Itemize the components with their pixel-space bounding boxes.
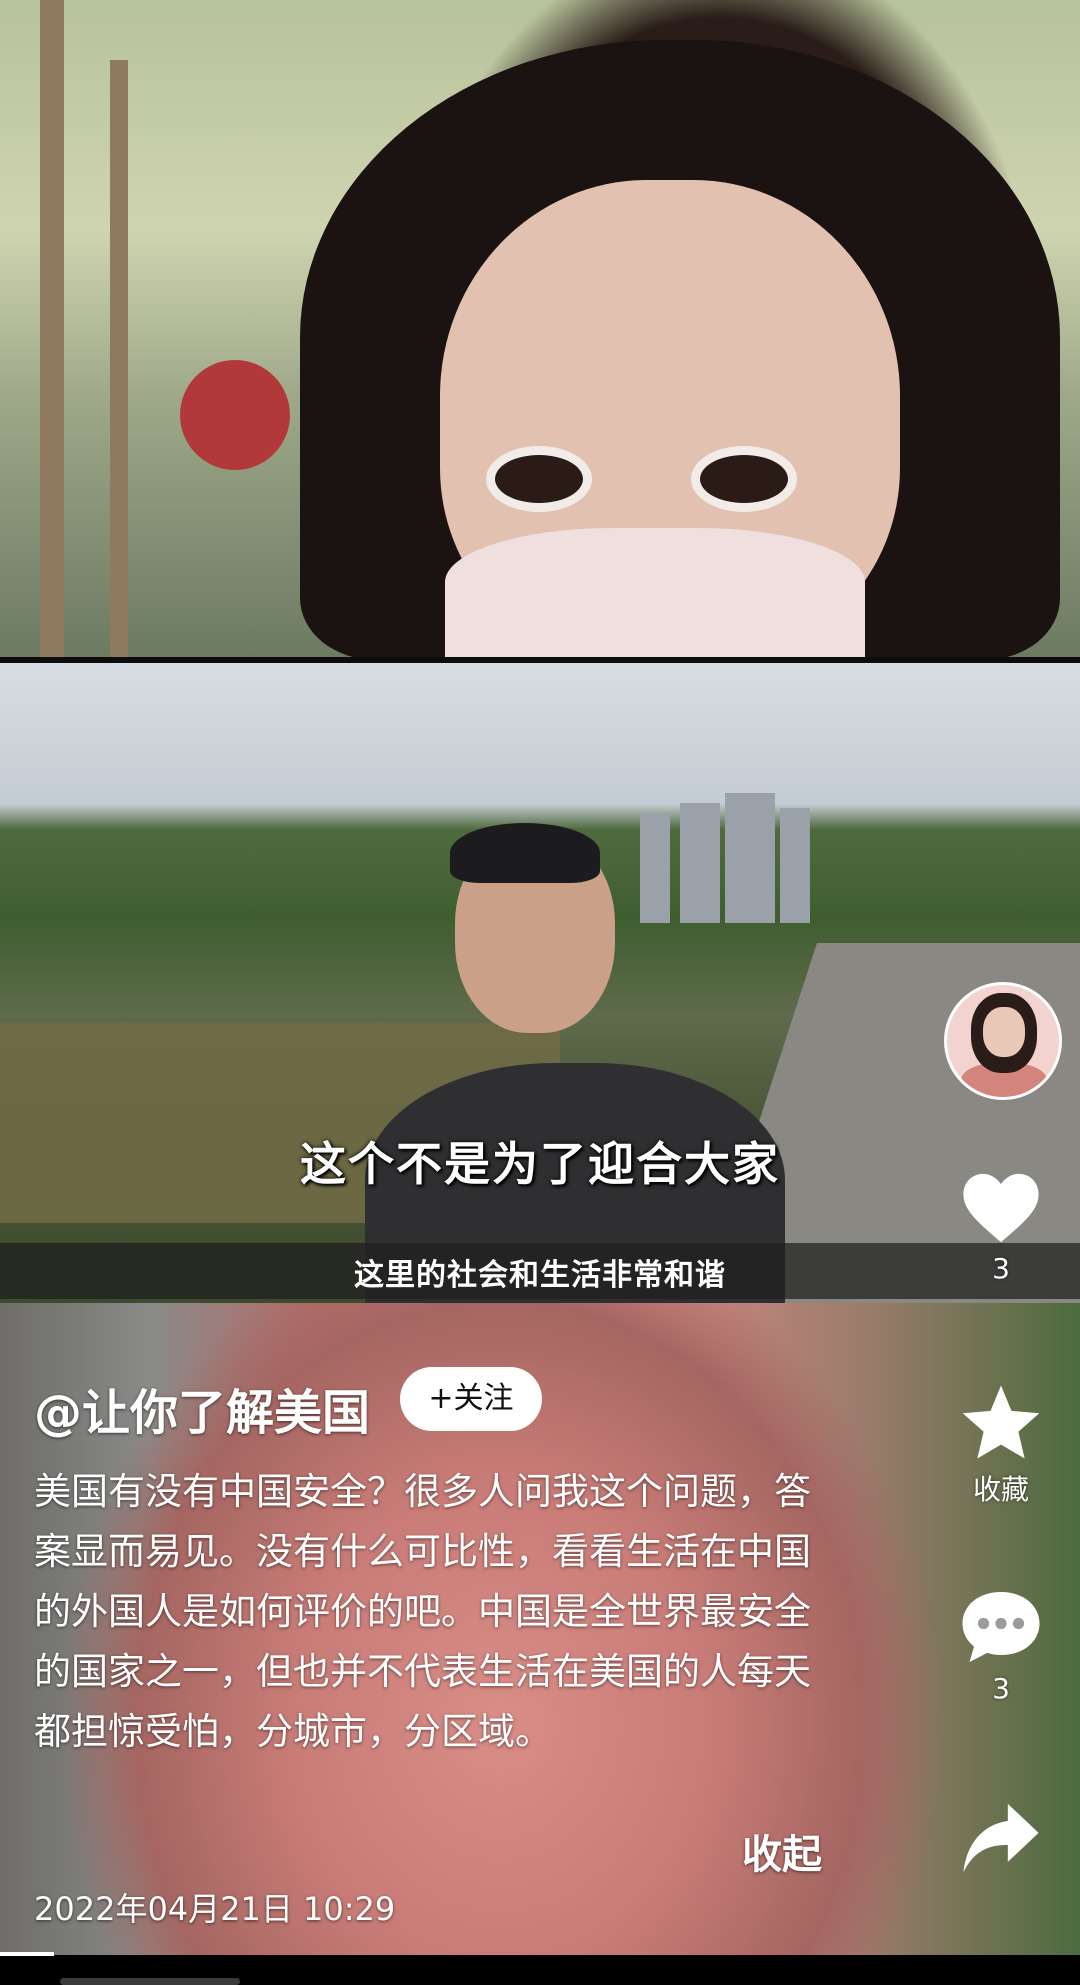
video-caption: 美国有没有中国安全？很多人问我这个问题，答案显而易见。没有什么可比性，看看生活在…: [34, 1470, 811, 1753]
video-progress-bar[interactable]: [0, 1952, 54, 1956]
building: [725, 793, 775, 923]
building: [680, 803, 720, 923]
building: [640, 813, 670, 923]
subtitle-main: 这个不是为了迎合大家: [300, 1137, 780, 1191]
tree-trunk: [40, 0, 64, 657]
tree-trunk: [110, 60, 128, 657]
author-handle[interactable]: @让你了解美国: [34, 1373, 370, 1443]
post-timestamp: 2022年04月21日 10:29: [34, 1890, 396, 1928]
face-mask: [445, 528, 865, 657]
favorite-button[interactable]: 收藏: [955, 1382, 1047, 1508]
star-icon: [962, 1385, 1040, 1459]
author-avatar[interactable]: [944, 982, 1062, 1100]
video-frame-top[interactable]: [0, 0, 1080, 657]
building: [780, 808, 810, 923]
share-arrow-icon: [963, 1803, 1039, 1873]
subtitle-translation: 这里的社会和生活非常和谐: [354, 1258, 726, 1293]
video-frame-middle[interactable]: [0, 663, 1080, 1303]
red-tree: [180, 360, 290, 470]
heart-icon: [963, 1173, 1039, 1243]
collapse-button[interactable]: 收起: [742, 1822, 822, 1880]
follow-button[interactable]: +关注: [400, 1367, 542, 1431]
favorite-label: 收藏: [972, 1473, 1029, 1506]
woman-right-eye: [700, 455, 788, 503]
comment-bubble-icon: [962, 1592, 1040, 1662]
comment-count: 3: [992, 1672, 1010, 1705]
avatar-face: [983, 1007, 1025, 1057]
woman-left-eye: [495, 455, 583, 503]
like-button[interactable]: 3: [955, 1170, 1047, 1285]
share-button[interactable]: [955, 1800, 1047, 1876]
comment-button[interactable]: 3: [955, 1588, 1047, 1705]
man-cap: [450, 823, 600, 883]
home-indicator: [60, 1978, 240, 1985]
like-count: 3: [992, 1252, 1010, 1285]
